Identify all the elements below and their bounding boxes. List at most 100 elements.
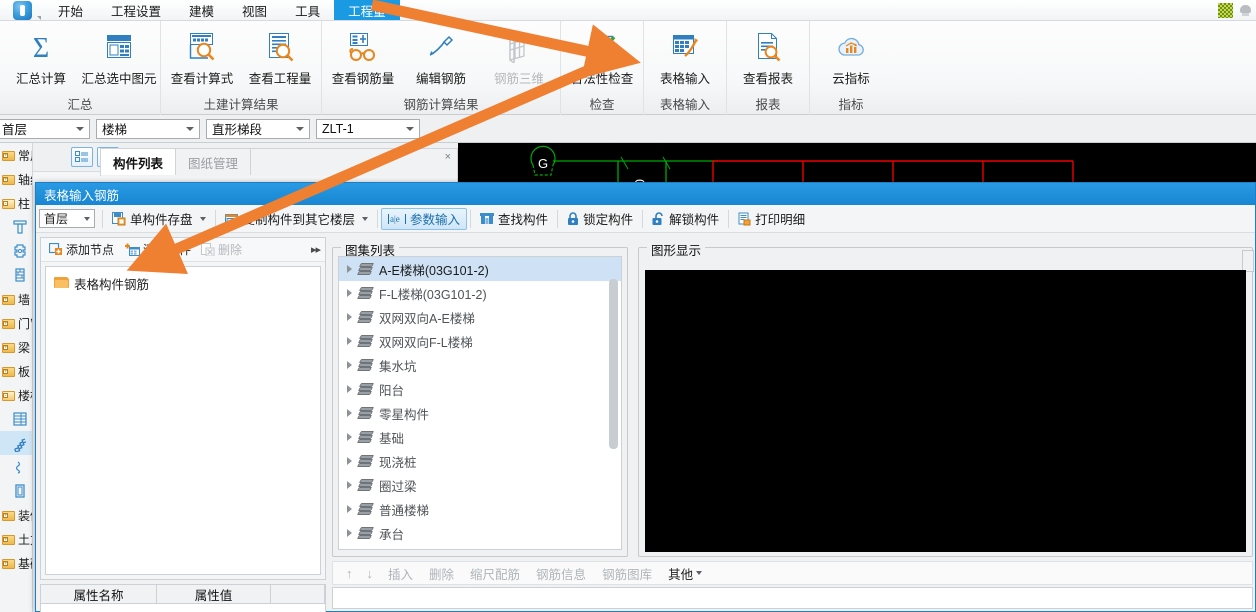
sidebar-item-8[interactable]: + 梁 (0, 335, 32, 359)
expand-arrow-icon[interactable] (347, 409, 352, 417)
move-down-button[interactable]: ↓ (360, 566, 381, 581)
sidebar-item-16[interactable]: +土方 (0, 527, 32, 551)
dialog-toolbar-copy-to-floor[interactable]: 复制构件到其它楼层 (219, 208, 375, 230)
menu-item-3[interactable]: 视图 (228, 0, 281, 20)
expand-arrow-icon[interactable] (347, 433, 352, 441)
ribbon-button-table-select[interactable]: 汇总选中图元 (80, 24, 158, 92)
sidebar-item-7[interactable]: +门窗 (0, 311, 32, 335)
ribbon-button-report-search[interactable]: 查看报表 (729, 24, 807, 92)
sidebar-item-13[interactable] (0, 455, 32, 479)
tree-overflow-icon[interactable]: ▸▸ (311, 243, 321, 256)
menu-item-2[interactable]: 建模 (175, 0, 228, 20)
sidebar-item-6[interactable]: + 墙 (0, 287, 32, 311)
tree-root-node[interactable]: 表格构件钢筋 (54, 273, 320, 293)
sidebar-item-1[interactable]: +轴线 (0, 167, 32, 191)
sidebar-item-3[interactable] (0, 215, 32, 239)
chevron-down-icon[interactable] (696, 571, 703, 575)
component-type-selector[interactable]: 楼梯 (96, 118, 200, 139)
sidebar-item-17[interactable]: +基础 (0, 551, 32, 575)
graphic-scroll-button[interactable] (1242, 250, 1254, 272)
graphic-display-canvas[interactable] (645, 270, 1246, 552)
rebar-toolbar-item-5[interactable]: 其他 (660, 563, 710, 583)
menu-item-5[interactable]: 工程量 (334, 0, 400, 20)
atlas-row[interactable]: 阳台 (339, 377, 621, 401)
component-instance-selector[interactable]: ZLT-1 (316, 118, 420, 139)
tab-drawing-management[interactable]: 图纸管理 (176, 149, 252, 175)
atlas-row[interactable]: 双网双向F-L楼梯 (339, 329, 621, 353)
chevron-down-icon[interactable] (296, 126, 304, 131)
close-panel-icon[interactable]: × (445, 151, 451, 163)
expand-arrow-icon[interactable] (347, 313, 352, 321)
tab-component-list[interactable]: 构件列表 (101, 149, 177, 175)
atlas-book-icon (356, 382, 375, 396)
sidebar-item-9[interactable]: + 板 (0, 359, 32, 383)
tree-button-add-component[interactable]: 添加构件 (119, 240, 196, 260)
rebar-data-table[interactable] (332, 587, 1253, 609)
atlas-row[interactable]: 普通楼梯 (339, 497, 621, 521)
sidebar-item-12[interactable] (0, 431, 32, 455)
atlas-row[interactable]: 集水坑 (339, 353, 621, 377)
expand-arrow-icon[interactable] (347, 265, 352, 273)
sidebar-item-0[interactable]: +常用 (0, 143, 32, 167)
expand-arrow-icon[interactable] (347, 385, 352, 393)
expand-arrow-icon[interactable] (347, 505, 352, 513)
expand-arrow-icon[interactable] (347, 481, 352, 489)
chevron-down-icon[interactable] (406, 126, 414, 131)
sidebar-item-4[interactable] (0, 239, 32, 263)
chevron-down-icon[interactable] (186, 126, 194, 131)
sidebar-item-11[interactable] (0, 407, 32, 431)
atlas-row[interactable]: 承台 (339, 521, 621, 545)
chevron-down-icon[interactable] (76, 126, 84, 131)
dialog-toolbar-print[interactable]: 打印明细 (732, 208, 811, 230)
menu-item-1[interactable]: 工程设置 (97, 0, 175, 20)
ribbon-button-sigma[interactable]: Σ 汇总计算 (2, 24, 80, 92)
atlas-row[interactable]: A-E楼梯(03G101-2) (339, 257, 621, 281)
atlas-row[interactable]: 基础 (339, 425, 621, 449)
dialog-toolbar-param-input[interactable]: a|e 参数输入 (381, 207, 468, 230)
sidebar-item-10[interactable]: -楼梯 (0, 383, 32, 407)
ribbon-button-checkmark[interactable]: 合法性检查 (563, 24, 641, 92)
expand-arrow-icon[interactable] (347, 529, 352, 537)
tree-button-add-node[interactable]: 添加节点 (44, 240, 119, 260)
ribbon-button-rebar-glasses[interactable]: 查看钢筋量 (324, 24, 402, 92)
ribbon-button-formula-search[interactable]: 查看计算式 (163, 24, 241, 92)
sidebar-item-5[interactable] (0, 263, 32, 287)
ribbon-button-pencil-edit[interactable]: 编辑钢筋 (402, 24, 480, 92)
sidebar-item-2[interactable]: -柱 (0, 191, 32, 215)
dialog-toolbar-save-component[interactable]: 单构件存盘 (106, 208, 212, 230)
atlas-scrollbar-thumb[interactable] (609, 279, 618, 449)
dialog-toolbar-find-component[interactable]: 查找构件 (474, 208, 554, 230)
sidebar-item-14[interactable] (0, 479, 32, 503)
atlas-row[interactable]: 零星构件 (339, 401, 621, 425)
chevron-down-icon[interactable] (362, 216, 369, 221)
sidebar-item-15[interactable]: +装修 (0, 503, 32, 527)
sidebar-item-label: 梁 (18, 340, 31, 355)
app-logo[interactable] (0, 0, 44, 21)
menu-item-0[interactable]: 开始 (44, 0, 97, 20)
expand-arrow-icon[interactable] (347, 457, 352, 465)
atlas-row[interactable]: 双网双向A-E楼梯 (339, 305, 621, 329)
ribbon-button-document-search[interactable]: 查看工程量 (241, 24, 319, 92)
dialog-toolbar-unlock[interactable]: 解锁构件 (646, 208, 725, 230)
menu-item-4[interactable]: 工具 (281, 0, 334, 20)
texture-swatch-icon[interactable] (1218, 2, 1233, 18)
list-view-icon[interactable] (71, 147, 93, 167)
atlas-list[interactable]: A-E楼梯(03G101-2) F-L楼梯(03G101-2) 双网双向A-E楼梯双… (338, 256, 622, 550)
dialog-floor-selector[interactable]: 首层 (39, 209, 95, 228)
atlas-row[interactable]: 现浇桩 (339, 449, 621, 473)
component-subtype-selector[interactable]: 直形梯段 (206, 118, 310, 139)
ribbon-button-table-pencil[interactable]: 表格输入 (646, 24, 724, 92)
tree-content[interactable]: 表格构件钢筋 (45, 266, 321, 575)
chevron-down-icon[interactable] (199, 216, 206, 221)
expand-arrow-icon[interactable] (347, 361, 352, 369)
atlas-row[interactable]: 圈过梁 (339, 473, 621, 497)
expand-arrow-icon[interactable] (347, 289, 352, 297)
floor-selector[interactable]: 首层 (0, 118, 90, 139)
dialog-toolbar-lock[interactable]: 锁定构件 (561, 208, 639, 230)
expand-arrow-icon[interactable] (347, 337, 352, 345)
move-up-button[interactable]: ↑ (339, 566, 360, 581)
ribbon-button-cloud-chart[interactable]: 云指标 (812, 24, 890, 92)
notification-bell-icon[interactable] (1239, 3, 1252, 18)
砌体柱-icon (10, 266, 30, 284)
atlas-row[interactable]: F-L楼梯(03G101-2) (339, 281, 621, 305)
